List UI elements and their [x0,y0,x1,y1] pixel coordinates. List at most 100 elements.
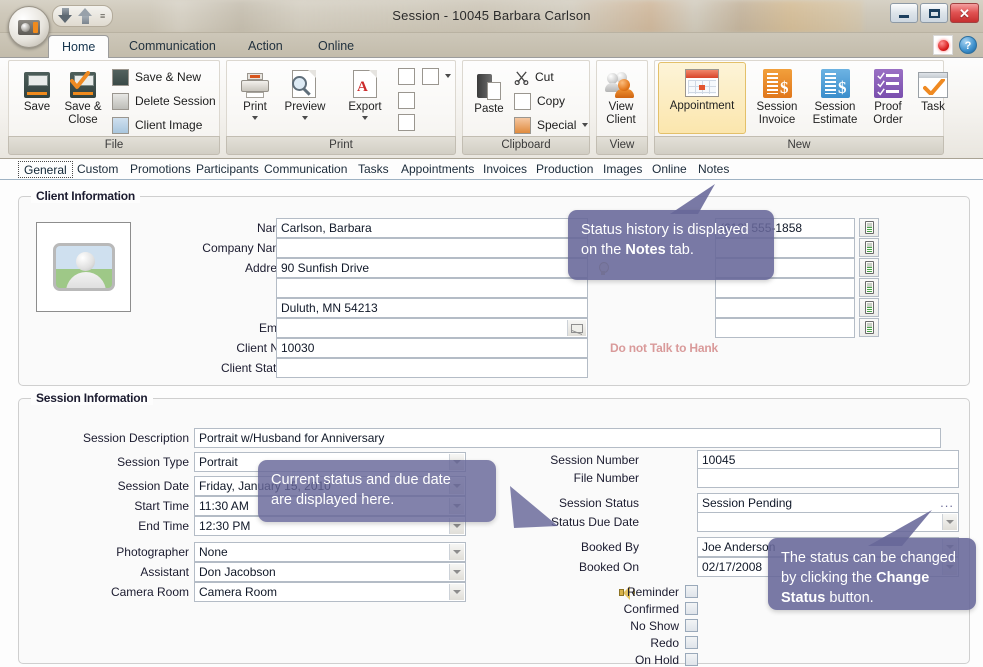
export-report-icon[interactable] [422,68,439,85]
address-line1-field[interactable]: 90 Sunfish Drive [276,258,588,278]
address-line3-field[interactable]: Duluth, MN 54213 [276,298,588,318]
session-description-field[interactable]: Portrait w/Husband for Anniversary [194,428,941,448]
scissors-icon [514,70,529,85]
delete-session-button[interactable]: Delete Session [112,90,216,112]
paste-special-button[interactable]: Special [514,114,589,136]
minimize-button[interactable] [890,3,918,23]
change-status-callout-line2: by clicking the Change [781,568,963,588]
ribbon-tab-online[interactable]: Online [305,36,367,58]
print-chevron-down-icon[interactable] [252,115,258,120]
save-and-new-button[interactable]: Save & New [112,66,201,88]
cut-button[interactable]: Cut [514,66,554,88]
tab-tasks[interactable]: Tasks [353,161,394,178]
assistant-chevron-down-icon[interactable] [449,564,464,580]
reminder-checkbox[interactable] [685,585,698,598]
label-booked-by: Booked By [580,540,639,554]
tab-promotions[interactable]: Promotions [125,161,196,178]
phone-field-6[interactable] [715,318,855,338]
change-status-button[interactable]: ... [940,495,954,510]
camera-room-chevron-down-icon[interactable] [449,584,464,600]
photographer-chevron-down-icon[interactable] [449,544,464,560]
phone-dial-button-5[interactable] [859,298,879,317]
tab-online[interactable]: Online [647,161,692,178]
tab-invoices[interactable]: Invoices [478,161,532,178]
email-field[interactable] [276,318,588,338]
name-field[interactable]: Carlson, Barbara [276,218,588,238]
tab-participants[interactable]: Participants [191,161,264,178]
phone-dial-button-3[interactable] [859,258,879,277]
tab-general[interactable]: General [18,161,73,178]
address-line2-field[interactable] [276,278,588,298]
orange-check-icon [70,71,90,89]
tab-images[interactable]: Images [598,161,647,178]
confirmed-checkbox[interactable] [685,602,698,615]
new-session-estimate-button[interactable]: $ Session Estimate [806,64,864,126]
on-hold-checkbox[interactable] [685,653,698,666]
window-title: Session - 10045 Barbara Carlson [392,8,591,23]
phone-dial-button-2[interactable] [859,238,879,257]
record-indicator-icon[interactable] [933,35,953,55]
client-photo-placeholder[interactable] [36,222,131,312]
special-chevron-down-icon[interactable] [582,123,589,127]
maximize-button[interactable] [920,3,948,23]
tab-production[interactable]: Production [531,161,598,178]
print-button[interactable]: Print [232,64,278,120]
export-camera-icon[interactable] [398,114,415,131]
preview-chevron-down-icon[interactable] [302,115,308,120]
client-image-button[interactable]: Client Image [112,114,202,136]
application-menu-button[interactable] [8,6,50,48]
new-task-button[interactable]: Task [912,64,954,114]
paste-button[interactable]: Paste [466,66,512,116]
redo-checkbox[interactable] [685,636,698,649]
tab-communication[interactable]: Communication [259,161,352,178]
file-number-field[interactable] [697,468,959,488]
view-client-button[interactable]: View Client [598,64,644,126]
printer-icon [232,64,278,98]
status-due-date-chevron-down-icon[interactable] [942,514,957,530]
export-button[interactable]: A Export [342,64,388,120]
ribbon-tab-communication[interactable]: Communication [116,36,229,58]
email-send-button[interactable] [567,320,586,336]
label-assistant: Assistant [140,565,189,579]
help-icon[interactable]: ? [959,36,977,54]
session-number-field[interactable]: 10045 [697,450,959,470]
phone-dial-button-1[interactable] [859,218,879,237]
next-record-arrow-icon[interactable] [78,8,93,24]
client-information-panel: Client Information Name Company Name Add… [18,189,970,386]
phone-dial-button-4[interactable] [859,278,879,297]
close-button[interactable]: ✕ [950,3,979,23]
tab-notes[interactable]: Notes [693,161,734,178]
photographer-field[interactable]: None [194,542,466,562]
save-close-line2: Close [68,113,98,126]
proof-order-icon [866,64,910,98]
client-no-field[interactable]: 10030 [276,338,588,358]
no-show-checkbox[interactable] [685,619,698,632]
tab-appointments[interactable]: Appointments [396,161,479,178]
export-chevron-down-icon[interactable] [362,115,368,120]
preview-button[interactable]: Preview [282,64,328,120]
client-status-field[interactable] [276,358,588,378]
phone-dial-button-6[interactable] [859,318,879,337]
session-invoice-line2: Invoice [758,113,796,126]
camera-room-field[interactable]: Camera Room [194,582,466,602]
quick-access-more-icon[interactable]: ≡ [100,11,105,21]
new-proof-order-button[interactable]: Proof Order [866,64,910,126]
new-session-invoice-button[interactable]: $ Session Invoice [750,64,804,126]
ribbon-tab-home[interactable]: Home [48,35,110,59]
phone-field-5[interactable] [715,298,855,318]
export-card-icon[interactable] [398,92,415,109]
save-floppy-icon [14,64,60,98]
tab-custom[interactable]: Custom [72,161,123,178]
new-appointment-button[interactable]: Appointment [658,62,746,134]
company-name-field[interactable] [276,238,588,258]
assistant-field[interactable]: Don Jacobson [194,562,466,582]
previous-record-arrow-icon[interactable] [58,8,73,24]
save-and-close-button[interactable]: Save & Close [60,64,106,126]
export-email-icon[interactable] [398,68,415,85]
save-button[interactable]: Save [14,64,60,114]
phone-field-4[interactable] [715,278,855,298]
ribbon-tab-action[interactable]: Action [235,36,296,58]
export-more-chevron-down-icon[interactable] [445,74,451,78]
copy-button[interactable]: Copy [514,90,565,112]
page-tab-bar: General Custom Promotions Participants C… [0,160,983,180]
